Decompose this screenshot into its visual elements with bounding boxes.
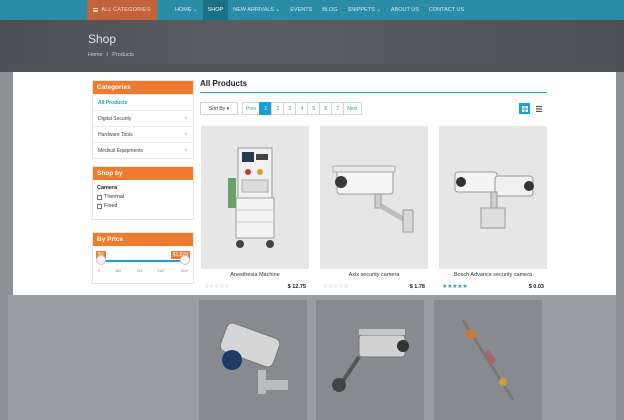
top-navbar: ALL CATEGORIES HOME ⌄ SHOP NEW ARRIVALS … (0, 0, 624, 20)
product-card-dimmed (434, 300, 542, 420)
product-card-dimmed (199, 300, 307, 420)
scale-tick: 1147 (157, 269, 165, 273)
product-card[interactable]: Anesthesia Machine ☆☆☆☆☆ $ 12.75 (201, 126, 309, 294)
category-all-products[interactable]: All Products (93, 94, 193, 110)
page-prev[interactable]: Prev (242, 102, 261, 115)
security-camera-image[interactable] (320, 126, 428, 269)
category-digital-security[interactable]: Digital Security + (93, 110, 193, 126)
grid-icon (521, 105, 528, 112)
rating-stars: ☆☆☆☆☆ (204, 284, 230, 290)
anesthesia-machine-image[interactable] (201, 126, 309, 269)
breadcrumb-home[interactable]: Home (88, 52, 103, 58)
menu-icon (93, 8, 99, 12)
main-nav: HOME ⌄ SHOP NEW ARRIVALS ⌄ EVENTS BLOG S… (170, 0, 469, 20)
nav-home[interactable]: HOME ⌄ (170, 0, 203, 20)
sort-by-button[interactable]: Sort By ▾ (200, 102, 238, 115)
category-label: All Products (98, 99, 128, 106)
breadcrumb: Home / Products (88, 52, 134, 58)
rating-stars: ★★★★★ (442, 284, 468, 290)
checkbox[interactable] (97, 203, 102, 209)
price-scale: 0 382 765 1147 1529 (98, 269, 188, 273)
shopby-widget: Shop by Camera Thermal Fixed (92, 166, 194, 220)
bullet-camera-icon (219, 322, 288, 394)
all-categories-button[interactable]: ALL CATEGORIES (87, 0, 157, 20)
checkbox[interactable] (97, 194, 102, 200)
list-view-toggle[interactable] (533, 103, 544, 114)
scale-tick: 0 (98, 269, 100, 273)
product-card[interactable]: Bosch Advance security camera ★★★★★ $ 0.… (439, 126, 547, 294)
filter-fixed[interactable]: Fixed (93, 202, 193, 211)
nav-blog[interactable]: BLOG (317, 0, 342, 20)
shopby-group-label: Camera (97, 185, 118, 191)
scale-tick: 1529 (180, 269, 188, 273)
category-medical-equipments[interactable]: Medical Equipments + (93, 142, 193, 158)
scale-tick: 765 (136, 269, 143, 273)
price-max-handle[interactable] (180, 255, 190, 265)
category-hardware-tools[interactable]: Hardware Tools + (93, 126, 193, 142)
price-min-handle[interactable] (96, 255, 106, 265)
price-slider: $0 $1,529 (93, 246, 193, 268)
nav-events[interactable]: EVENTS (285, 0, 317, 20)
price-track[interactable] (99, 260, 187, 262)
categories-title: Categories (93, 81, 193, 94)
products-heading: All Products (200, 79, 248, 88)
nav-snippets[interactable]: SNIPPETS ⌄ (343, 0, 386, 20)
nav-shop[interactable]: SHOP (202, 0, 229, 20)
nav-about-us[interactable]: ABOUT US (386, 0, 424, 20)
categories-widget: Categories All Products Digital Security… (92, 80, 194, 159)
expand-plus-icon[interactable]: + (184, 147, 188, 154)
pagination: Prev 1 2 3 4 5 6 7 Next (242, 102, 362, 115)
grid-view-toggle[interactable] (519, 103, 530, 114)
product-price: $ 1.78 (409, 283, 425, 290)
category-label: Medical Equipments (98, 147, 144, 154)
dual-security-camera-image[interactable] (439, 126, 547, 269)
expand-plus-icon[interactable]: + (184, 115, 188, 122)
breadcrumb-products: Products (112, 52, 134, 58)
filter-label: Fixed (104, 203, 118, 209)
overlay-shadow (8, 64, 616, 72)
shopby-title: Shop by (93, 167, 193, 180)
nav-new-arrivals[interactable]: NEW ARRIVALS ⌄ (228, 0, 285, 20)
page-next[interactable]: Next (343, 102, 362, 115)
product-price: $ 12.75 (287, 283, 306, 290)
scale-tick: 382 (115, 269, 122, 273)
nav-contact-us[interactable]: CONTACT US (424, 0, 469, 20)
product-card[interactable]: Axis security camera ☆☆☆☆☆ $ 1.78 (320, 126, 428, 294)
category-label: Digital Security (98, 115, 132, 122)
all-categories-label: ALL CATEGORIES (101, 7, 151, 13)
expand-plus-icon[interactable]: + (184, 131, 188, 138)
wall-camera-icon (332, 329, 409, 392)
tool-icon (461, 319, 515, 401)
page-title: Shop (88, 32, 117, 46)
price-title: By Price (93, 233, 193, 246)
heading-underline (200, 92, 547, 93)
breadcrumb-separator: / (106, 52, 109, 58)
filter-thermal[interactable]: Thermal (93, 193, 193, 202)
price-widget: By Price $0 $1,529 0 382 765 1147 1529 (92, 232, 194, 284)
product-price: $ 0.03 (528, 283, 544, 290)
filter-label: Thermal (104, 194, 125, 200)
product-name[interactable]: Bosch Advance security camera (439, 272, 547, 278)
list-icon (535, 105, 542, 112)
rating-stars: ☆☆☆☆☆ (323, 284, 349, 290)
product-card-dimmed (316, 300, 424, 420)
category-label: Hardware Tools (98, 131, 133, 138)
